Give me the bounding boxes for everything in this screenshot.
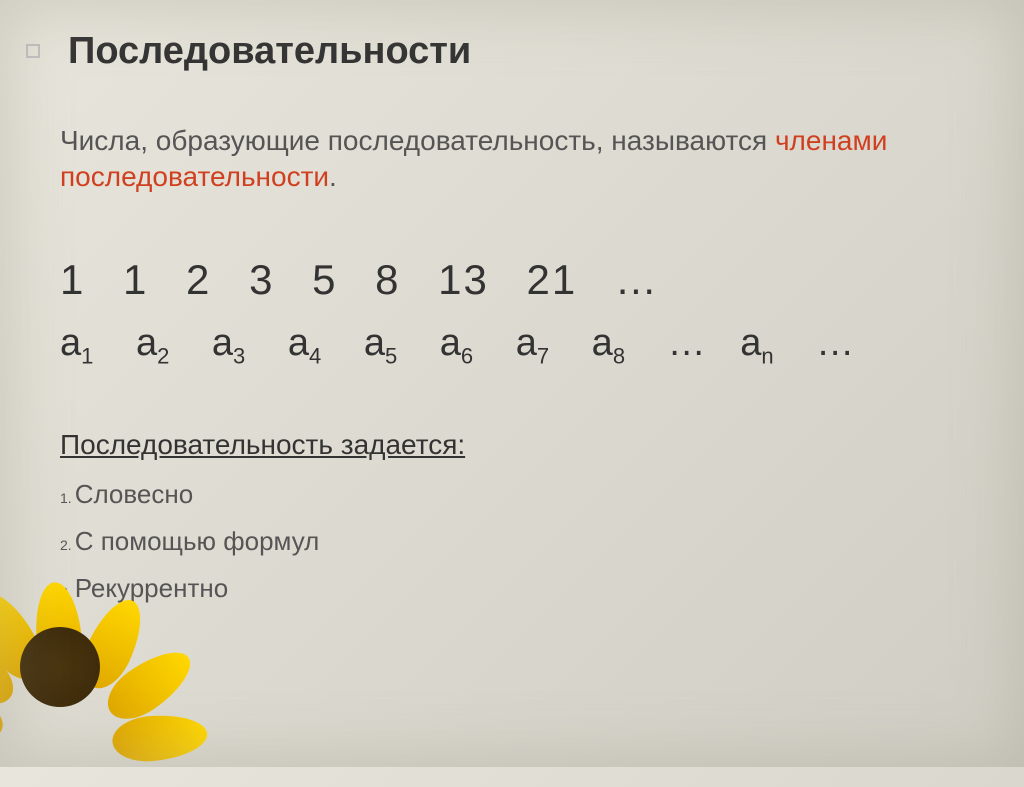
ellipsis-2: …: [816, 322, 854, 365]
term-a7: a7: [516, 322, 549, 370]
method-item-2: 2.С помощью формул: [60, 526, 984, 557]
definition-text: Числа, образующие последовательность, на…: [60, 123, 984, 196]
sunflower-icon: [0, 497, 160, 787]
term-a4: a4: [288, 322, 321, 370]
sequence-terms: a1 a2 a3 a4 a5 a6 a7 a8 … an …: [60, 322, 984, 370]
term-a8: a8: [592, 322, 625, 370]
term-an: an: [740, 322, 773, 370]
term-a3: a3: [212, 322, 245, 370]
term-a5: a5: [364, 322, 397, 370]
definition-period: .: [329, 161, 337, 192]
methods-title: Последовательность задается:: [60, 429, 984, 461]
bullet-icon: [26, 44, 40, 58]
term-a1: a1: [60, 322, 93, 370]
method-item-3: 3.Рекуррентно: [60, 573, 984, 604]
ellipsis-1: …: [668, 322, 706, 365]
term-a6: a6: [440, 322, 473, 370]
sequence-numbers: 1 1 2 3 5 8 13 21 …: [60, 256, 984, 304]
slide: Последовательности Числа, образующие пос…: [0, 0, 1024, 767]
definition-part1: Числа, образующие последовательность, на…: [60, 125, 775, 156]
slide-title: Последовательности: [68, 30, 984, 73]
term-a2: a2: [136, 322, 169, 370]
method-item-1: 1.Словесно: [60, 479, 984, 510]
